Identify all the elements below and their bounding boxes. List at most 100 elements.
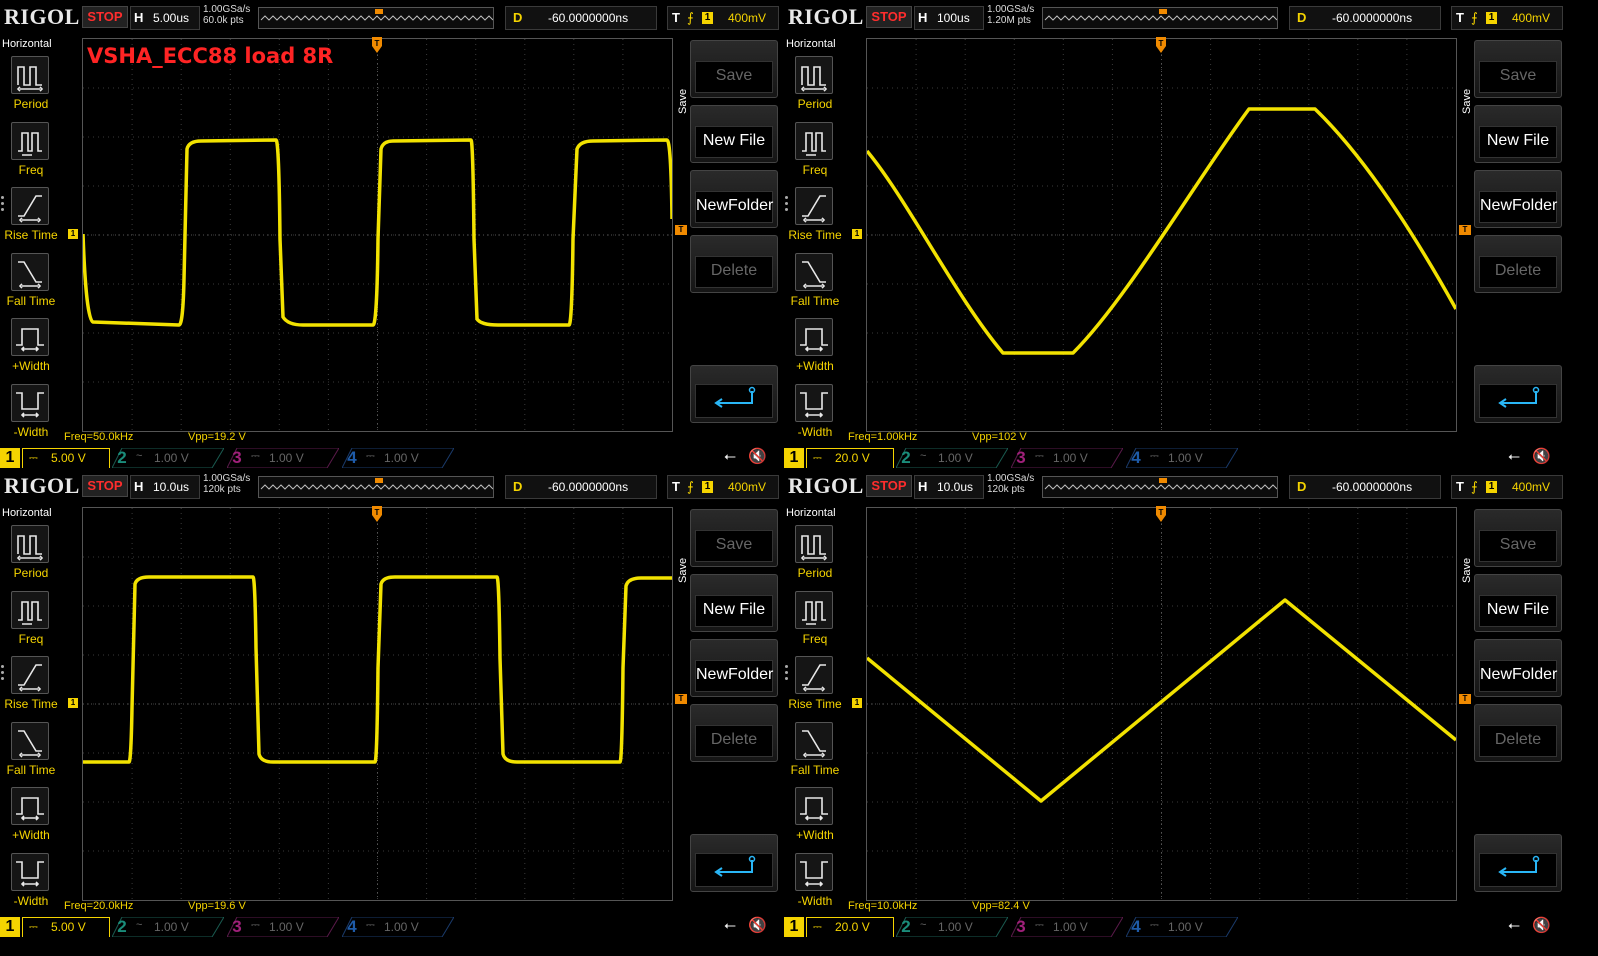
ch3-status[interactable]: 3 ⎓ 1.00 V [1011,917,1123,937]
trigger-delay[interactable]: D -60.0000000ns [505,475,657,499]
new-file-button[interactable]: New File [690,574,778,632]
new-file-button[interactable]: New File [690,105,778,163]
measure-item-pos-width[interactable]: +Width [784,318,846,382]
run-stop-indicator[interactable]: STOP [866,475,912,497]
neg-width-icon [11,383,49,422]
ch4-status[interactable]: 4 ⎓ 1.00 V [1126,448,1238,468]
measure-item-neg-width[interactable]: -Width [784,383,846,448]
save-button[interactable]: Save [1474,509,1562,567]
measure-item-neg-width[interactable]: -Width [0,852,62,917]
measure-item-fall-time[interactable]: Fall Time [0,721,62,786]
dc-coupling-icon: ⎓ [366,919,375,931]
memory-overview-strip[interactable] [258,476,494,498]
delete-button[interactable]: Delete [1474,704,1562,762]
return-button[interactable] [1474,365,1562,423]
measure-item-neg-width[interactable]: -Width [784,852,846,917]
delete-button[interactable]: Delete [690,235,778,293]
trigger-settings[interactable]: T ⨍ 1 400mV [667,6,779,30]
ch2-status[interactable]: 2 ~ 1.00 V [896,917,1008,937]
run-stop-indicator[interactable]: STOP [866,6,912,28]
measure-item-neg-width[interactable]: -Width [0,383,62,448]
ch2-status[interactable]: 2 ~ 1.00 V [112,448,224,468]
speaker-mute-icon[interactable]: 🔇 [1532,447,1551,465]
measure-item-rise-time[interactable]: Rise Time [784,656,846,720]
menu-page-dots [785,196,789,214]
measure-item-fall-time[interactable]: Fall Time [784,721,846,786]
horizontal-timebase[interactable]: H 5.00us [130,6,200,30]
ch2-status[interactable]: 2 ~ 1.00 V [896,448,1008,468]
horizontal-timebase[interactable]: H 10.0us [130,475,200,499]
speaker-mute-icon[interactable]: 🔇 [748,916,767,934]
memory-overview-strip[interactable] [258,7,494,29]
measure-item-period[interactable]: Period [0,525,62,589]
measure-item-pos-width[interactable]: +Width [0,787,62,851]
delete-button[interactable]: Delete [1474,235,1562,293]
trigger-settings[interactable]: T ⨍ 1 400mV [667,475,779,499]
trigger-delay[interactable]: D -60.0000000ns [505,6,657,30]
run-stop-indicator[interactable]: STOP [82,475,128,497]
new-file-button[interactable]: New File [1474,574,1562,632]
measure-item-rise-time[interactable]: Rise Time [784,187,846,251]
ch1-offset-marker[interactable]: 1 [852,229,862,239]
trigger-delay[interactable]: D -60.0000000ns [1289,475,1441,499]
horizontal-timebase[interactable]: H 100us [914,6,984,30]
ch1-status[interactable]: 1 ⎓ 5.00 V [0,448,110,468]
ch1-status[interactable]: 1 ⎓ 20.0 V [784,917,894,937]
new-folder-button[interactable]: NewFolder [1474,170,1562,228]
ch3-status[interactable]: 3 ⎓ 1.00 V [227,448,339,468]
ch2-status[interactable]: 2 ~ 1.00 V [112,917,224,937]
measure-item-pos-width[interactable]: +Width [0,318,62,382]
new-folder-button[interactable]: NewFolder [690,170,778,228]
measure-item-label: Rise Time [788,697,842,711]
new-file-button[interactable]: New File [1474,105,1562,163]
run-stop-indicator[interactable]: STOP [82,6,128,28]
ch4-status[interactable]: 4 ⎓ 1.00 V [1126,917,1238,937]
measure-item-fall-time[interactable]: Fall Time [784,252,846,317]
measure-item-label: -Width [797,893,833,908]
measure-item-freq[interactable]: Freq [0,121,62,186]
top-status-bar: RIGOL STOP H 100us 1.00GSa/s 1.20M pts D… [784,0,1567,34]
dc-coupling-icon: ⎓ [29,452,38,464]
return-button[interactable] [690,834,778,892]
measure-item-freq[interactable]: Freq [784,590,846,655]
measure-item-pos-width[interactable]: +Width [784,787,846,851]
trigger-settings[interactable]: T ⨍ 1 400mV [1451,6,1563,30]
ch1-status[interactable]: 1 ⎓ 20.0 V [784,448,894,468]
measure-item-period[interactable]: Period [784,525,846,589]
ch4-status[interactable]: 4 ⎓ 1.00 V [342,917,454,937]
save-button[interactable]: Save [690,509,778,567]
ch1-status[interactable]: 1 ⎓ 5.00 V [0,917,110,937]
ch4-status[interactable]: 4 ⎓ 1.00 V [342,448,454,468]
measure-item-rise-time[interactable]: Rise Time [0,656,62,720]
ch3-status[interactable]: 3 ⎓ 1.00 V [227,917,339,937]
memory-overview-strip[interactable] [1042,7,1278,29]
measure-item-rise-time[interactable]: Rise Time [0,187,62,251]
delete-button[interactable]: Delete [690,704,778,762]
measure-item-fall-time[interactable]: Fall Time [0,252,62,317]
horizontal-timebase[interactable]: H 10.0us [914,475,984,499]
dc-coupling-icon: ⎓ [1150,919,1159,931]
ch1-offset-marker[interactable]: 1 [68,698,78,708]
softkey-label: New File [702,601,766,618]
new-folder-button[interactable]: NewFolder [690,639,778,697]
measure-item-period[interactable]: Period [0,56,62,120]
ch2-badge: 2 [117,448,127,467]
trigger-settings[interactable]: T ⨍ 1 400mV [1451,475,1563,499]
save-button[interactable]: Save [1474,40,1562,98]
save-button[interactable]: Save [690,40,778,98]
measure-item-period[interactable]: Period [784,56,846,120]
ch1-offset-marker[interactable]: 1 [68,229,78,239]
speaker-mute-icon[interactable]: 🔇 [748,447,767,465]
return-button[interactable] [1474,834,1562,892]
measure-item-freq[interactable]: Freq [0,590,62,655]
ch1-offset-marker[interactable]: 1 [852,698,862,708]
ch3-status[interactable]: 3 ⎓ 1.00 V [1011,448,1123,468]
speaker-mute-icon[interactable]: 🔇 [1532,916,1551,934]
freq-measurement: Freq=1.00kHz [848,431,918,443]
memory-overview-strip[interactable] [1042,476,1278,498]
horizontal-label: H [918,10,928,25]
return-button[interactable] [690,365,778,423]
new-folder-button[interactable]: NewFolder [1474,639,1562,697]
measure-item-freq[interactable]: Freq [784,121,846,186]
trigger-delay[interactable]: D -60.0000000ns [1289,6,1441,30]
